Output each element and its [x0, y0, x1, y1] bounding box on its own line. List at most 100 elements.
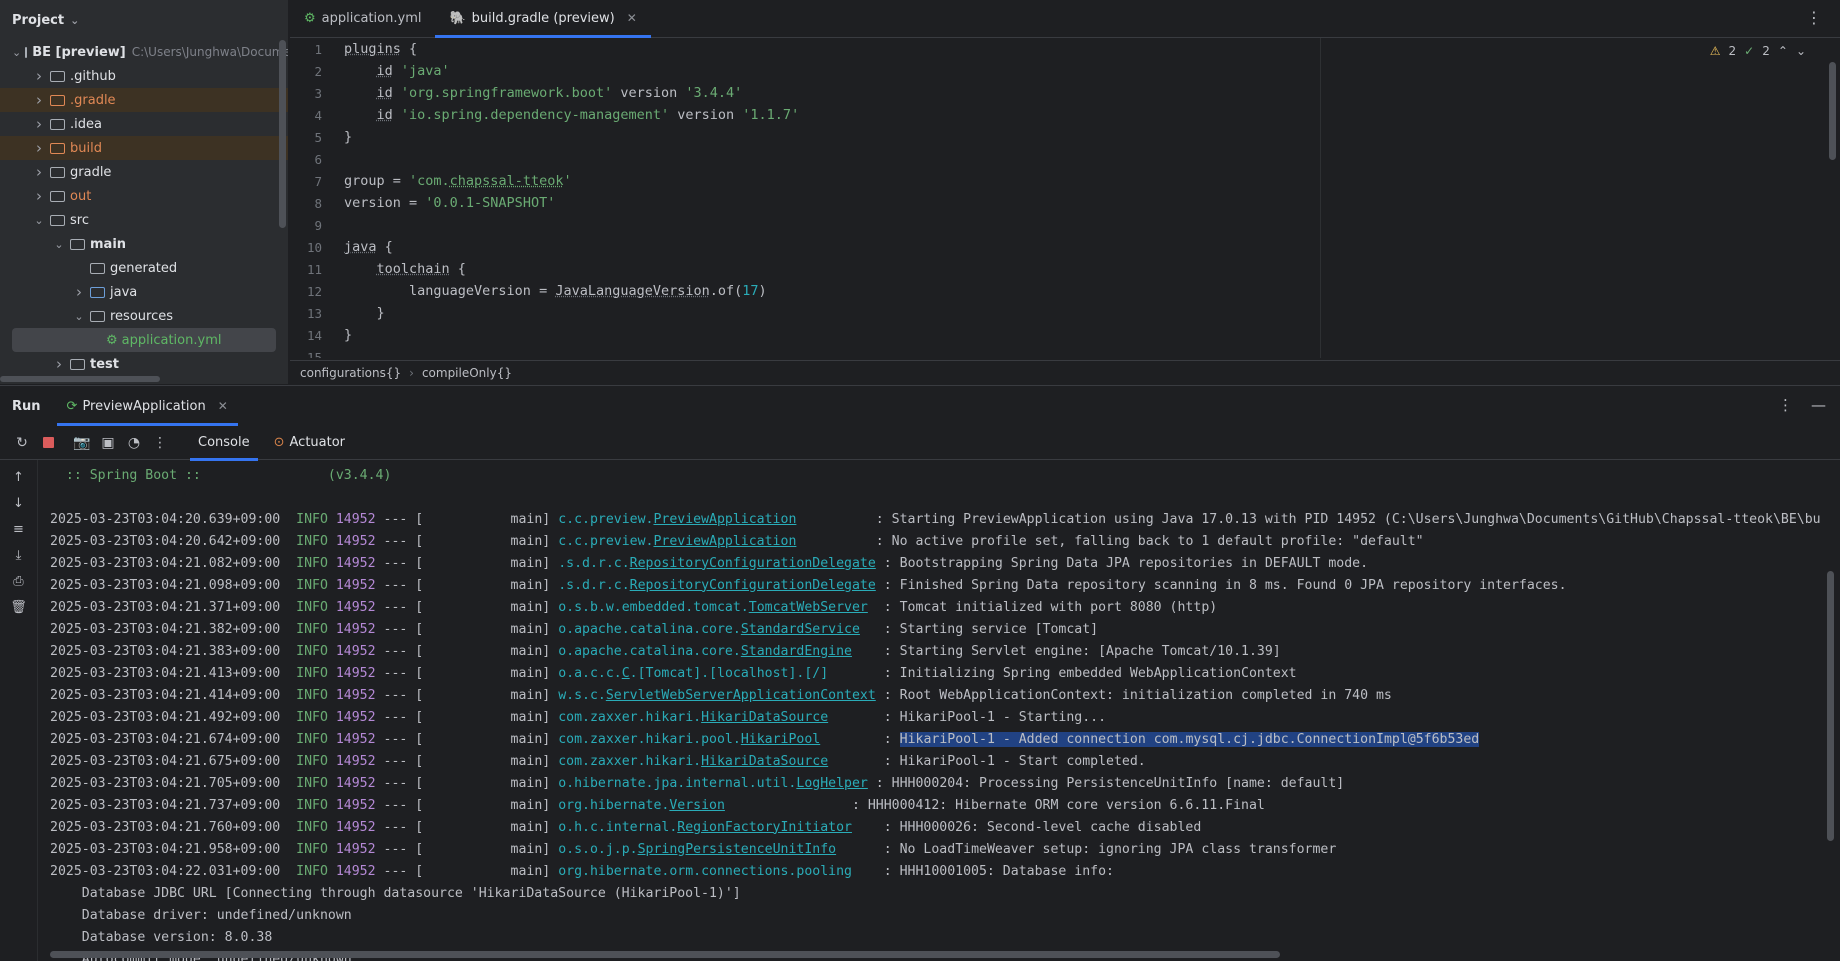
more-options-icon[interactable]: ⋮	[1806, 8, 1822, 27]
chevron-down-icon[interactable]: ⌄	[52, 238, 66, 251]
log-logger[interactable]: o.a.c.c.C.[Tomcat].[localhost].[/]	[558, 666, 828, 681]
stop-button[interactable]	[36, 431, 60, 455]
editor-scrollbar[interactable]	[1829, 62, 1836, 160]
tab-preview-application[interactable]: ⟳ PreviewApplication ✕	[53, 386, 242, 426]
more-options-icon[interactable]: ⋮	[1778, 396, 1793, 414]
tree-item[interactable]: › .github	[0, 64, 288, 88]
arrow-down-icon[interactable]: ↓	[8, 494, 30, 512]
tree-item[interactable]: ⌄ resources	[0, 304, 288, 328]
log-logger[interactable]: org.hibernate.orm.connections.pooling	[558, 864, 852, 879]
tree-item[interactable]: ⌄ src	[0, 208, 288, 232]
tree-item[interactable]: › .idea	[0, 112, 288, 136]
tree-item[interactable]: › out	[0, 184, 288, 208]
chevron-down-icon[interactable]: ⌄	[70, 14, 79, 27]
log-message: : HHH000026: Second-level cache disabled	[883, 819, 1202, 835]
log-padding	[796, 512, 875, 527]
logger-class-link: HikariPool	[740, 731, 821, 747]
console-scrollbar[interactable]	[1827, 571, 1834, 841]
chevron-right-icon[interactable]: ›	[32, 187, 46, 205]
tree-item[interactable]: ⚙ application.yml	[12, 328, 276, 352]
chevron-right-icon[interactable]: ›	[72, 283, 86, 301]
chevron-down-icon[interactable]: ⌄	[72, 310, 86, 323]
tree-item[interactable]: › java	[0, 280, 288, 304]
chevron-right-icon[interactable]: ›	[32, 91, 46, 109]
tree-item[interactable]: › test	[0, 352, 288, 376]
chevron-down-icon[interactable]: ⌄	[32, 214, 46, 227]
log-logger[interactable]: .s.d.r.c.RepositoryConfigurationDelegate	[558, 556, 876, 571]
log-pid: 14952	[335, 665, 376, 681]
chevron-right-icon[interactable]: ›	[52, 355, 66, 373]
log-logger[interactable]: com.zaxxer.hikari.HikariDataSource	[558, 710, 828, 725]
inspection-widget[interactable]: ⚠ 2 ✓ 2 ⌃ ⌄	[1710, 44, 1806, 58]
close-icon[interactable]: ✕	[627, 11, 637, 25]
log-logger[interactable]: com.zaxxer.hikari.HikariDataSource	[558, 754, 828, 769]
close-icon[interactable]: ✕	[218, 399, 228, 413]
tree-item[interactable]: › .gradle	[0, 88, 288, 112]
log-logger[interactable]: com.zaxxer.hikari.pool.HikariPool	[558, 732, 820, 747]
tab-actuator[interactable]: ⊙ Actuator	[262, 426, 357, 460]
soft-wrap-icon[interactable]: ≡	[8, 520, 30, 538]
tree-item-label: .github	[70, 68, 116, 84]
console-output[interactable]: :: Spring Boot :: (v3.4.4) 2025-03-23T03…	[50, 464, 1820, 961]
print-icon[interactable]: ⎙	[8, 572, 30, 590]
log-level: INFO	[296, 797, 328, 813]
tab-console[interactable]: Console	[186, 426, 262, 461]
log-level: INFO	[296, 665, 328, 681]
tree-item[interactable]: generated	[0, 256, 288, 280]
chevron-right-icon[interactable]: ›	[32, 67, 46, 85]
tree-item[interactable]: ⌄ BE [preview] C:\Users\Junghwa\Documents\…	[0, 40, 288, 64]
project-horizontal-scrollbar[interactable]	[0, 376, 160, 382]
minimize-icon[interactable]: —	[1811, 396, 1826, 414]
log-timestamp: 2025-03-23T03:04:21.675+09:00	[50, 753, 281, 769]
scroll-to-end-icon[interactable]: ⤓	[8, 546, 30, 564]
rerun-icon[interactable]: ↻	[10, 431, 34, 455]
project-scrollbar[interactable]	[279, 40, 286, 228]
log-logger[interactable]: w.s.c.ServletWebServerApplicationContext	[558, 688, 876, 703]
log-logger[interactable]: o.s.b.w.embedded.tomcat.TomcatWebServer	[558, 600, 868, 615]
log-pid: 14952	[335, 863, 376, 879]
tree-item[interactable]: › build	[0, 136, 288, 160]
log-logger[interactable]: o.apache.catalina.core.StandardEngine	[558, 644, 852, 659]
log-logger[interactable]: o.s.o.j.p.SpringPersistenceUnitInfo	[558, 842, 836, 857]
breadcrumb-item[interactable]: configurations{}	[300, 366, 401, 380]
camera-icon[interactable]: 📷	[70, 431, 94, 455]
log-logger[interactable]: org.hibernate.Version	[558, 798, 725, 813]
more-options-icon[interactable]: ⋮	[148, 431, 172, 455]
log-logger[interactable]: c.c.preview.PreviewApplication	[558, 512, 796, 527]
log-thread: --- [ main]	[375, 577, 559, 593]
logger-prefix: o.apache.catalina.core.	[558, 621, 741, 637]
chevron-up-icon[interactable]: ⌃	[1778, 44, 1788, 58]
log-logger[interactable]: o.apache.catalina.core.StandardService	[558, 622, 860, 637]
project-header[interactable]: Project ⌄	[0, 0, 288, 40]
tab-application-yml[interactable]: ⚙ application.yml	[290, 0, 435, 37]
chevron-right-icon[interactable]: ›	[32, 115, 46, 133]
arrow-up-icon[interactable]: ↑	[8, 468, 30, 486]
log-logger[interactable]: c.c.preview.PreviewApplication	[558, 534, 796, 549]
profiler-icon[interactable]: ◔	[122, 431, 146, 455]
code-line: 15	[306, 349, 322, 359]
tree-item[interactable]: › gradle	[0, 160, 288, 184]
chevron-right-icon[interactable]: ›	[32, 163, 46, 181]
trash-icon[interactable]: 🗑	[8, 598, 30, 616]
chevron-down-icon[interactable]: ⌄	[12, 46, 21, 59]
folder-icon	[50, 190, 65, 202]
log-line: 2025-03-23T03:04:22.031+09:00 INFO 14952…	[50, 860, 1820, 882]
chevron-right-icon[interactable]: ›	[32, 139, 46, 157]
breadcrumb-item[interactable]: compileOnly{}	[422, 366, 512, 380]
logger-prefix: o.h.c.internal.	[558, 819, 678, 835]
tab-build-gradle[interactable]: 🐘 build.gradle (preview) ✕	[435, 0, 652, 38]
tree-item[interactable]: ⌄ main	[0, 232, 288, 256]
code-editor[interactable]: 1 plugins { 2 id 'java' 3 id 'org.springf…	[290, 38, 1840, 358]
log-logger[interactable]: .s.d.r.c.RepositoryConfigurationDelegate	[558, 578, 876, 593]
log-logger[interactable]: o.h.c.internal.RegionFactoryInitiator	[558, 820, 852, 835]
code-line: 9	[314, 217, 322, 233]
chevron-down-icon[interactable]: ⌄	[1796, 44, 1806, 58]
log-logger[interactable]: o.hibernate.jpa.internal.util.LogHelper	[558, 776, 868, 791]
console-horizontal-scrollbar[interactable]	[50, 951, 1280, 958]
dump-threads-icon[interactable]: ▣	[96, 431, 120, 455]
